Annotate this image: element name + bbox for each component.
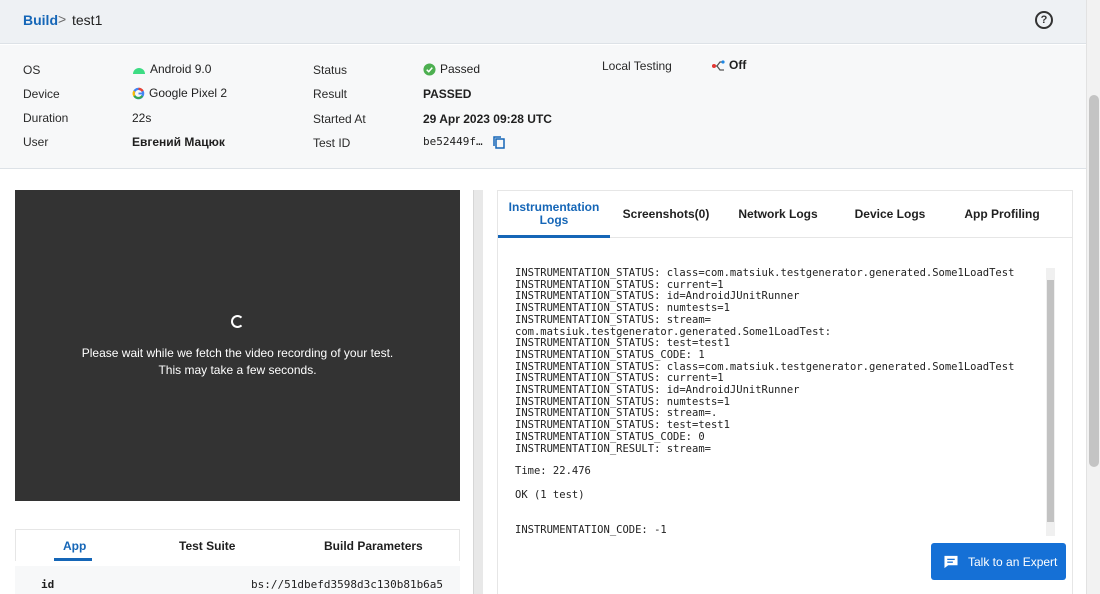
- tab-instrumentation-logs-label: Instrumentation Logs: [509, 201, 600, 227]
- logs-scrollbar-thumb[interactable]: [1047, 280, 1054, 522]
- check-circle-icon: [423, 63, 436, 76]
- duration-label: Duration: [23, 111, 69, 125]
- os-value: Android 9.0: [132, 62, 211, 76]
- tab-instrumentation-logs-line2: Logs: [539, 213, 569, 227]
- log-line: OK (1 test): [515, 489, 585, 501]
- tab-screenshots[interactable]: Screenshots(0): [610, 191, 722, 237]
- tab-instrumentation-logs[interactable]: Instrumentation Logs: [498, 191, 610, 237]
- log-line: INSTRUMENTATION_STATUS: class=com.matsiu…: [515, 267, 1015, 279]
- app-id-label: id: [41, 578, 55, 591]
- video-player: Please wait while we fetch the video rec…: [15, 190, 460, 501]
- result-value: PASSED: [423, 87, 472, 101]
- app-id-value: bs://51dbefd3598d3c130b81b6a5: [251, 578, 444, 591]
- tab-app-profiling[interactable]: App Profiling: [946, 191, 1058, 237]
- talk-to-expert-button[interactable]: Talk to an Expert: [931, 543, 1066, 580]
- app-id-row: id bs://51dbefd3598d3c130b81b6a5: [15, 566, 460, 594]
- video-message-line1: Please wait while we fetch the video rec…: [81, 346, 394, 360]
- page-scrollbar[interactable]: [1086, 0, 1100, 594]
- talk-to-expert-label: Talk to an Expert: [968, 554, 1058, 569]
- tab-app[interactable]: App: [63, 539, 86, 553]
- device-label: Device: [23, 87, 60, 101]
- user-label: User: [23, 135, 49, 149]
- instrumentation-logs-panel: INSTRUMENTATION_STATUS: class=com.matsiu…: [497, 238, 1073, 594]
- log-line: INSTRUMENTATION_STATUS_CODE: 1: [515, 348, 705, 361]
- copy-icon[interactable]: [493, 135, 505, 149]
- app-details-tabs: App Test Suite Build Parameters: [15, 529, 460, 561]
- breadcrumb-current: test1: [72, 12, 103, 28]
- top-bar: Build > test1 ?: [0, 0, 1086, 44]
- log-line: INSTRUMENTATION_STATUS_CODE: 0: [515, 430, 705, 443]
- panel-resize-handle[interactable]: [473, 190, 483, 594]
- breadcrumb-build-link[interactable]: Build: [23, 12, 58, 28]
- os-text: Android 9.0: [150, 62, 212, 76]
- result-label: Result: [313, 87, 348, 101]
- test-info-panel: OS Android 9.0 Device Google Pixel 2 Dur…: [0, 45, 1086, 169]
- log-line: INSTRUMENTATION_CODE: -1: [515, 524, 667, 536]
- status-label: Status: [313, 63, 348, 77]
- tab-test-suite[interactable]: Test Suite: [179, 539, 235, 553]
- loading-spinner-icon: [231, 315, 244, 328]
- local-testing-icon: [712, 60, 725, 71]
- tab-device-logs[interactable]: Device Logs: [834, 191, 946, 237]
- log-tabs: Instrumentation Logs Screenshots(0) Netwo…: [497, 190, 1073, 238]
- started-at-label: Started At: [313, 112, 366, 126]
- chevron-right-icon: >: [58, 11, 67, 27]
- started-at-value: 29 Apr 2023 09:28 UTC: [423, 112, 552, 126]
- device-text: Google Pixel 2: [149, 86, 228, 100]
- log-line: Time: 22.476: [515, 465, 591, 477]
- device-value: Google Pixel 2: [132, 86, 227, 100]
- status-text: Passed: [440, 62, 481, 76]
- test-id-text: be52449f…: [423, 135, 483, 148]
- android-icon: [133, 68, 145, 75]
- tab-instrumentation-logs-line1: Instrumentation: [508, 200, 600, 214]
- local-testing-text: Off: [729, 58, 747, 72]
- google-icon: [132, 88, 145, 100]
- status-value: Passed: [423, 62, 480, 76]
- log-line: INSTRUMENTATION_STATUS: id=AndroidJUnitR…: [515, 384, 800, 396]
- os-label: OS: [23, 63, 41, 77]
- page-scrollbar-thumb[interactable]: [1089, 95, 1099, 467]
- tab-network-logs[interactable]: Network Logs: [722, 191, 834, 237]
- local-testing-label: Local Testing: [602, 59, 672, 73]
- local-testing-value: Off: [711, 58, 746, 72]
- test-id-label: Test ID: [313, 136, 351, 150]
- tab-build-parameters[interactable]: Build Parameters: [324, 539, 423, 553]
- duration-value: 22s: [132, 111, 152, 125]
- app-tab-underline: [54, 558, 92, 561]
- chat-icon: [944, 555, 958, 568]
- user-value: Евгений Мацюк: [132, 135, 225, 149]
- log-line: INSTRUMENTATION_STATUS: stream=: [515, 313, 711, 326]
- test-id-value: be52449f…: [423, 135, 509, 149]
- logs-scrollbar[interactable]: [1046, 268, 1055, 536]
- help-icon[interactable]: ?: [1035, 11, 1053, 29]
- log-line: INSTRUMENTATION_RESULT: stream=: [515, 442, 711, 455]
- video-message-line2: This may take a few seconds.: [158, 363, 317, 377]
